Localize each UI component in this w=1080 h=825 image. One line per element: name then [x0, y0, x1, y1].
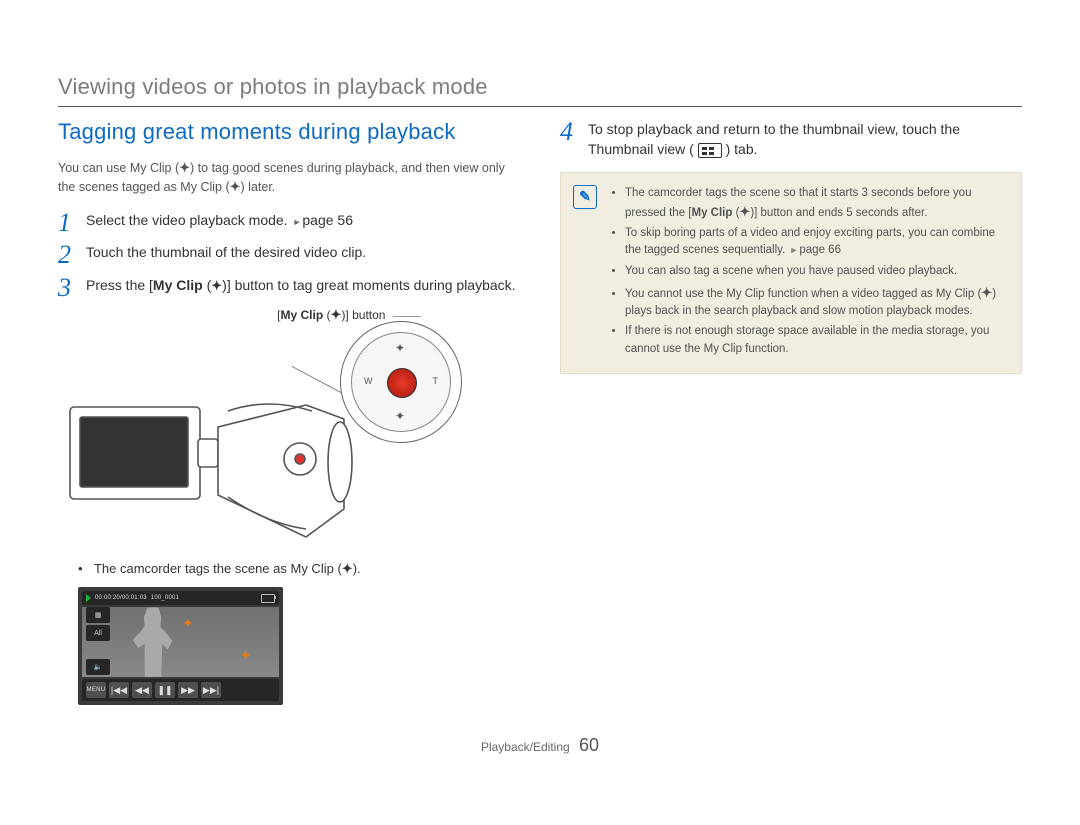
myclip-icon: ✦ [211, 278, 222, 293]
step-4: To stop playback and return to the thumb… [560, 119, 1022, 160]
tip-5: If there is not enough storage space ava… [625, 323, 1005, 358]
diagram-callout: [My Clip (✦)] button [178, 307, 520, 323]
note-icon: ✎ [573, 185, 597, 209]
callout-post: )] button [341, 308, 385, 322]
skip-prev-button[interactable]: |◀◀ [109, 682, 129, 698]
step-3-c: ( [203, 277, 212, 293]
filter-all-badge: All [86, 625, 110, 641]
menu-button[interactable]: MENU [86, 682, 106, 698]
tag-marker-icon: ✦ [240, 647, 252, 664]
step-1-page-ref: page 56 [302, 212, 353, 228]
footer-page-number: 60 [579, 735, 599, 755]
playback-timecode: 00:00:20/00:01:03 [95, 595, 147, 601]
myclip-icon: ✦ [342, 561, 353, 576]
myclip-icon: ✦ [230, 179, 241, 194]
battery-icon [261, 594, 275, 603]
skip-next-button[interactable]: ▶▶| [201, 682, 221, 698]
pause-button[interactable]: ❚❚ [155, 682, 175, 698]
step3-bullet: The camcorder tags the scene as My Clip … [78, 561, 520, 577]
callout-leader-line [393, 316, 421, 317]
page-ref-arrow [291, 212, 302, 228]
camcorder-diagram: W T ✦ ✦ [58, 327, 468, 557]
fast-forward-button[interactable]: ▶▶ [178, 682, 198, 698]
sub-heading: Tagging great moments during playback [58, 119, 520, 145]
dial-label-w: W [364, 376, 373, 386]
myclip-icon: ✦ [331, 307, 342, 322]
tip2-b: page 66 [799, 244, 841, 256]
playback-screenshot: 00:00:20/00:01:03 100_0001 ▦ All 🔈 ✦ ✦ M… [78, 587, 283, 705]
tip4-a: You cannot use the My Clip function when… [625, 288, 981, 300]
silhouette-figure [130, 607, 176, 677]
myclip-icon: ✦ [395, 341, 405, 355]
intro-text-c: ) later. [241, 180, 276, 194]
left-column: Tagging great moments during playback Yo… [58, 119, 520, 705]
section-title: Viewing videos or photos in playback mod… [58, 74, 1022, 100]
rewind-button[interactable]: ◀◀ [132, 682, 152, 698]
step-4-a: To stop playback and return to the thumb… [588, 121, 960, 157]
step-1-text-a: Select the video playback mode. [86, 212, 291, 228]
tip-box: ✎ The camcorder tags the scene so that i… [560, 172, 1022, 374]
volume-badge: 🔈 [86, 659, 110, 675]
step-1: Select the video playback mode. page 56 [58, 210, 520, 230]
callout-mid: ( [323, 308, 330, 322]
thumbnail-view-icon [698, 143, 722, 158]
step-3-myclip: My Clip [153, 277, 203, 293]
page-ref-arrow [788, 244, 799, 256]
tag-marker-icon: ✦ [182, 615, 194, 632]
intro-text-a: You can use My Clip ( [58, 161, 179, 175]
myclip-icon: ✦ [981, 285, 992, 300]
tip-4: You cannot use the My Clip function when… [625, 283, 1005, 321]
intro-paragraph: You can use My Clip (✦) to tag good scen… [58, 159, 520, 196]
footer-chapter: Playback/Editing [481, 740, 570, 754]
camcorder-line-art [68, 397, 358, 547]
tip-2: To skip boring parts of a video and enjo… [625, 225, 1005, 260]
section-rule [58, 106, 1022, 107]
myclip-icon: ✦ [395, 409, 405, 423]
myclip-icon: ✦ [739, 204, 750, 219]
record-button-icon [387, 368, 417, 398]
bullet-a: The camcorder tags the scene as My Clip … [94, 561, 342, 576]
tip-3: You can also tag a scene when you have p… [625, 263, 1005, 280]
step-3-d: )] button to tag great moments during pl… [222, 277, 515, 293]
step-3-a: Press the [ [86, 277, 153, 293]
tip-1: The camcorder tags the scene so that it … [625, 185, 1005, 223]
step-3: Press the [My Clip (✦)] button to tag gr… [58, 275, 520, 296]
right-column: To stop playback and return to the thumb… [560, 119, 1022, 705]
myclip-icon: ✦ [179, 160, 190, 175]
tip1-b: My Clip [691, 207, 732, 219]
play-icon [86, 594, 91, 602]
callout-bold: My Clip [281, 308, 324, 322]
step-4-b: ) tab. [726, 141, 758, 157]
dial-label-t: T [433, 376, 439, 386]
bullet-b: ). [353, 561, 361, 576]
step-2: Touch the thumbnail of the desired video… [58, 242, 520, 262]
tip1-d: )] button and ends 5 seconds after. [750, 207, 927, 219]
page-footer: Playback/Editing 60 [58, 735, 1022, 756]
control-dial-zoom: W T ✦ ✦ [340, 321, 462, 443]
thumbnail-badge: ▦ [86, 607, 110, 623]
playback-filename: 100_0001 [151, 595, 179, 601]
